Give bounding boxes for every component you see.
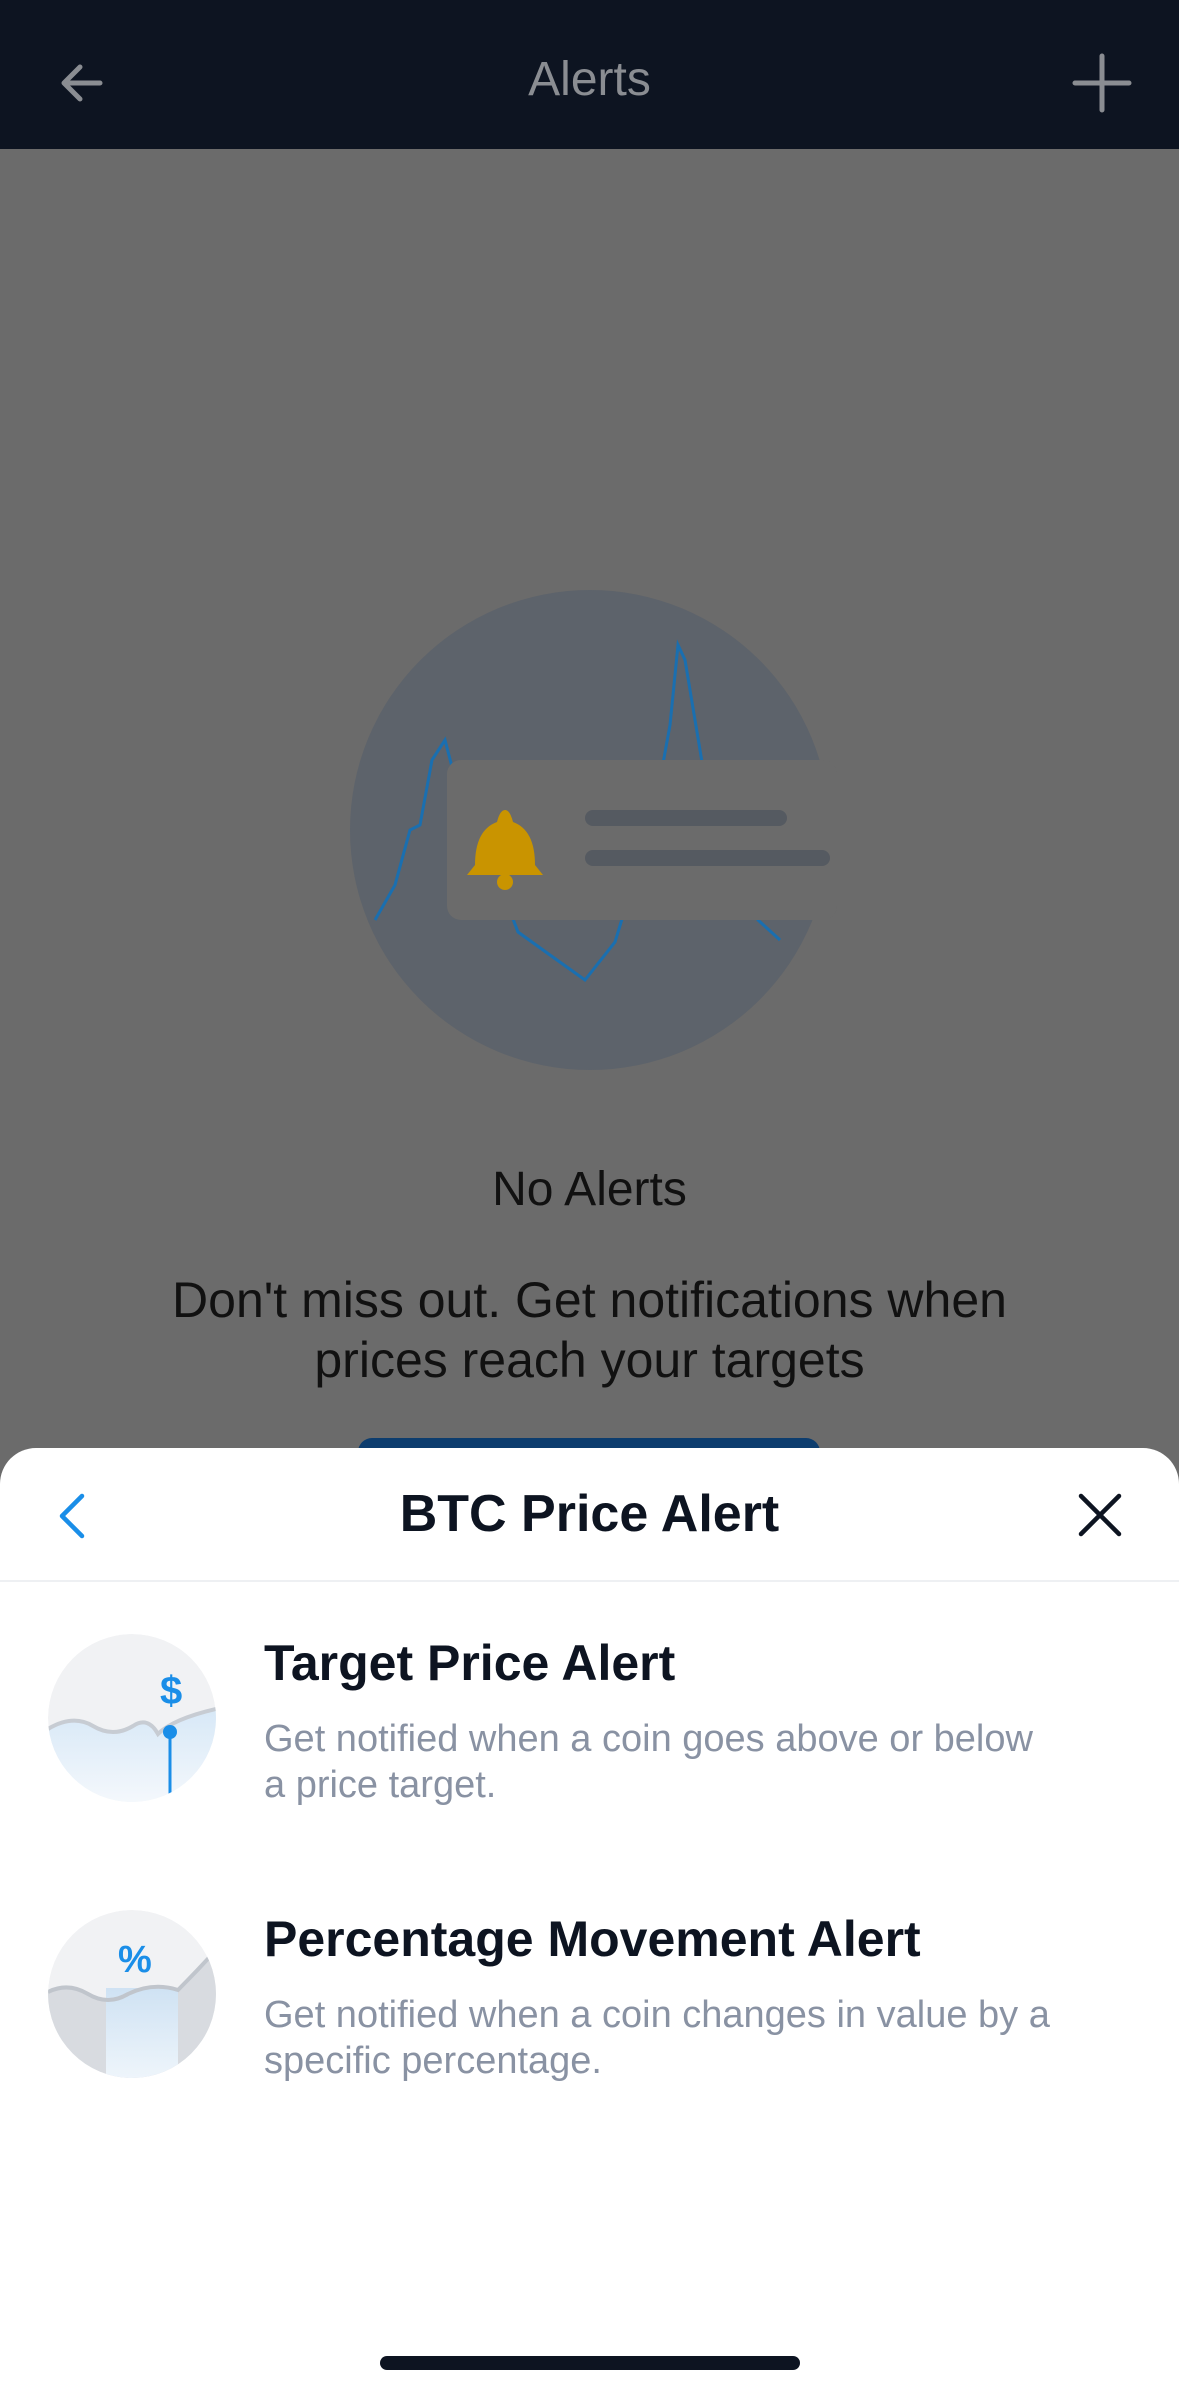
empty-state-title: No Alerts (492, 1163, 687, 1216)
plus-icon[interactable] (1069, 50, 1135, 116)
option-description: Get notified when a coin changes in valu… (264, 1994, 1050, 2082)
dollar-symbol: $ (160, 1669, 182, 1713)
percentage-movement-alert-option[interactable]: % Percentage Movement Alert Get notified… (0, 1910, 1179, 2150)
home-indicator[interactable] (380, 2356, 800, 2370)
alerts-screen: Alerts No Alerts Don't miss out. Get not… (0, 0, 1179, 2396)
target-price-icon: $ (48, 1634, 216, 1802)
option-description: Get notified when a coin goes above or b… (264, 1718, 1033, 1806)
sheet-header: BTC Price Alert (0, 1448, 1179, 1582)
percentage-movement-icon: % (48, 1910, 216, 2078)
option-title: Target Price Alert (264, 1635, 676, 1691)
empty-state-description: Don't miss out. Get notifications when p… (172, 1272, 1007, 1388)
close-icon[interactable] (1075, 1490, 1125, 1540)
option-title: Percentage Movement Alert (264, 1911, 921, 1967)
page-title: Alerts (528, 53, 651, 106)
target-price-alert-option[interactable]: $ Target Price Alert Get notified when a… (0, 1634, 1179, 1874)
percent-symbol: % (118, 1939, 152, 1981)
sheet-title: BTC Price Alert (399, 1485, 780, 1543)
alert-illustration-icon (350, 590, 837, 1070)
top-nav-bar: Alerts (0, 0, 1179, 149)
